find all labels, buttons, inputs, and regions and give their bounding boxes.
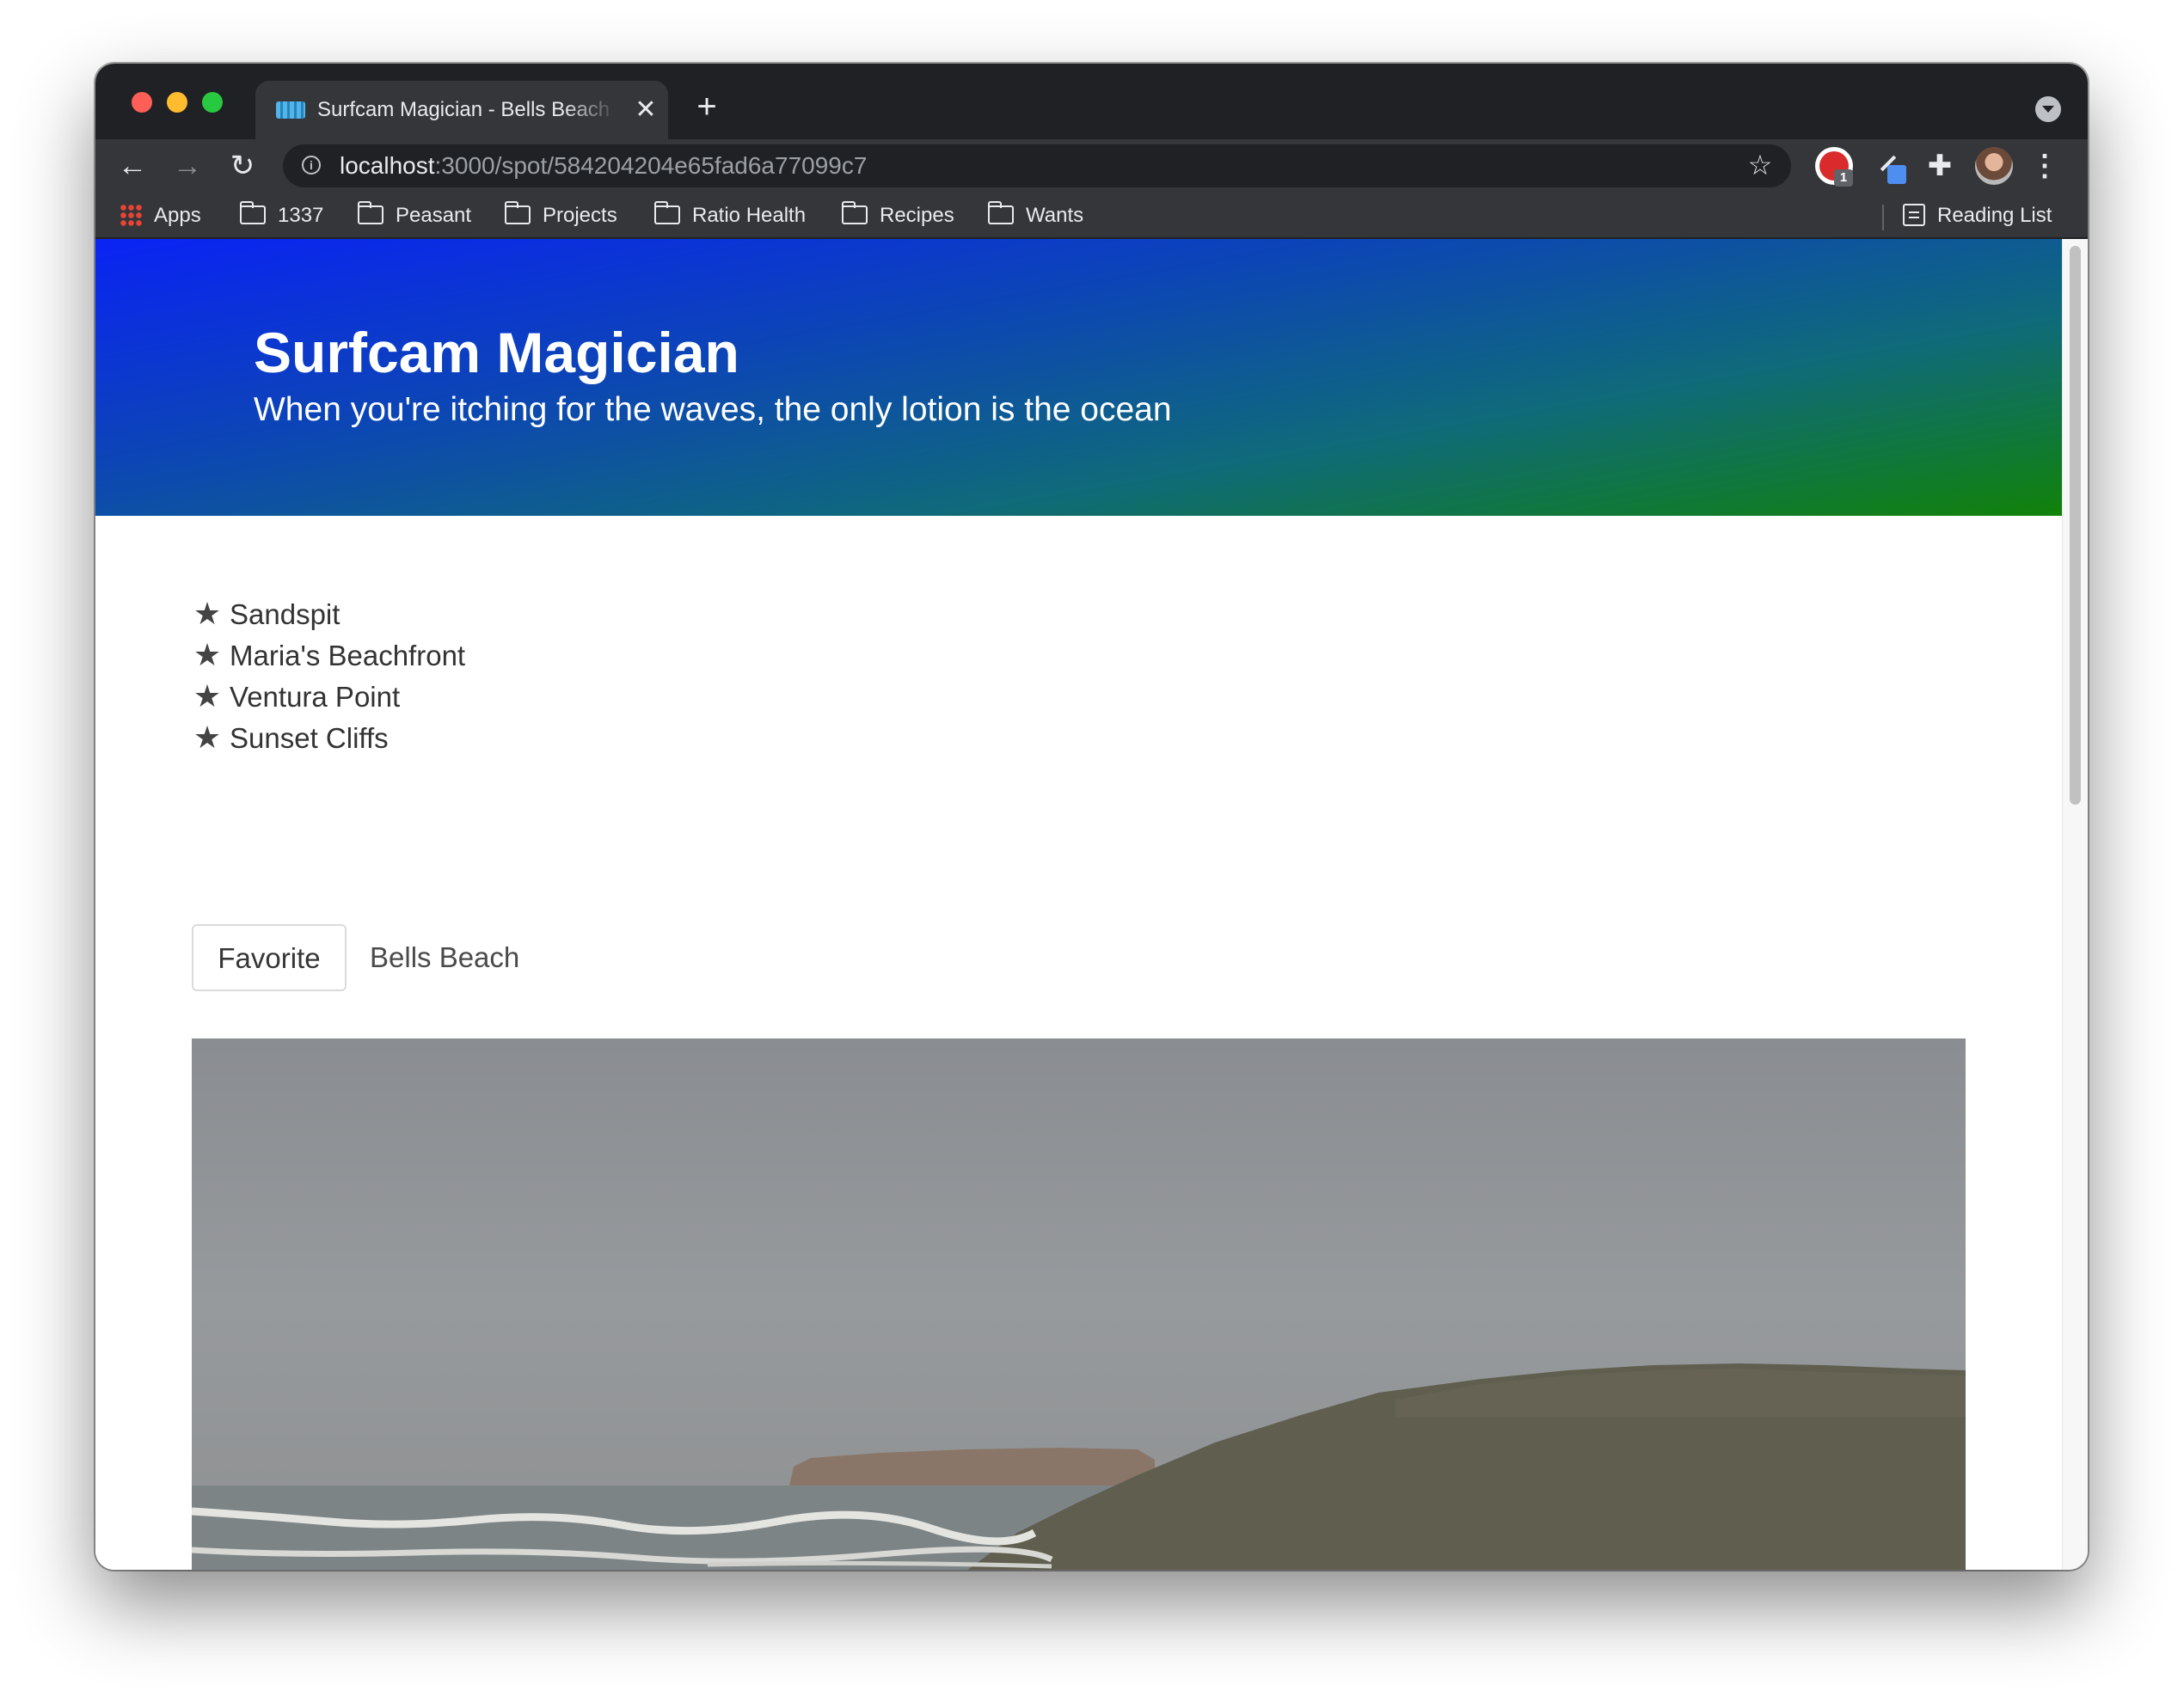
favorite-spots-list: ★ Sandspit ★ Maria's Beachfront ★ Ventura P… [192,593,465,758]
browser-tab-active[interactable]: Surfcam Magician - Bells Beach ✕ [255,81,668,139]
page-scrollbar[interactable] [2062,239,2088,1570]
hero-banner: Surfcam Magician When you're itching for… [95,239,2062,516]
tab-close-icon[interactable]: ✕ [631,95,660,125]
url-host: localhost [340,152,435,179]
distant-headland [789,1448,1155,1486]
bookmark-label: Projects [543,204,617,227]
bookmark-label: Ratio Health [692,204,807,227]
favorite-spot-marias-beachfront[interactable]: ★ Maria's Beachfront [192,634,465,676]
page-title: Surfcam Magician [254,321,739,384]
favorite-spot-sunset-cliffs[interactable]: ★ Sunset Cliffs [192,717,465,758]
lastpass-extension-icon[interactable]: 1 [1815,147,1853,187]
folder-icon [240,200,266,224]
window-close-button[interactable] [132,92,152,113]
page-viewport: Surfcam Magician When you're itching for… [95,239,2062,1570]
reading-list-button[interactable]: Reading List [1903,199,2052,232]
forward-arrow-icon[interactable]: → [168,146,207,186]
bookmark-label: Recipes [880,204,954,227]
extension-badge: 1 [1834,169,1853,187]
more-menu-icon[interactable]: ⋮ [2030,148,2059,184]
reading-list-icon [1903,203,1925,226]
favorite-spot-sandspit[interactable]: ★ Sandspit [192,593,465,634]
bookmark-folder-projects[interactable]: Projects [505,199,617,232]
bookmark-apps[interactable]: Apps [120,199,201,232]
bookmarks-separator [1882,205,1884,230]
star-icon: ★ [193,720,222,755]
surfcam-video[interactable] [192,1038,1966,1570]
browser-window: Surfcam Magician - Bells Beach ✕ + ← → ↻… [95,64,2088,1570]
tab-strip: Surfcam Magician - Bells Beach ✕ + [95,64,2088,139]
surfcam-scene [192,1363,1966,1570]
wave-favicon-icon [276,101,305,119]
browser-toolbar: ← → ↻ i localhost:3000/spot/584204204e65… [95,139,2088,193]
spot-name: Bells Beach [370,941,520,973]
window-maximize-button[interactable] [202,92,223,113]
bookmark-folder-wants[interactable]: Wants [988,199,1083,232]
favorite-spot-label: Maria's Beachfront [230,640,466,671]
bookmark-star-icon[interactable]: ☆ [1745,150,1776,181]
back-arrow-icon[interactable]: ← [113,146,152,186]
scrollbar-thumb[interactable] [2070,246,2081,805]
bookmark-folder-1337[interactable]: 1337 [240,199,323,232]
bookmark-label: Apps [154,204,201,227]
favorite-button[interactable]: Favorite [192,924,347,991]
url-path: :3000/spot/584204204e65fad6a77099c7 [434,152,868,179]
folder-icon [654,200,680,224]
address-bar[interactable]: i localhost:3000/spot/584204204e65fad6a7… [283,144,1791,187]
favorite-spot-label: Sandspit [230,598,340,630]
site-info-icon[interactable]: i [302,156,321,175]
folder-icon [842,200,868,224]
url-text[interactable]: localhost:3000/spot/584204204e65fad6a770… [340,151,867,181]
folder-icon [988,200,1014,224]
favorite-spot-ventura-point[interactable]: ★ Ventura Point [192,676,465,717]
bookmarks-bar: Apps 1337 Peasant Projects Ratio Health … [95,193,2088,239]
star-icon: ★ [193,596,222,631]
favorite-spot-label: Sunset Cliffs [230,722,389,754]
apps-grid-icon [120,203,142,226]
bookmark-folder-recipes[interactable]: Recipes [842,199,954,232]
bookmark-label: Peasant [396,204,472,227]
bookmark-folder-peasant[interactable]: Peasant [358,199,471,232]
profile-avatar[interactable] [1975,147,2013,185]
favorite-spot-label: Ventura Point [230,681,401,713]
page-subtitle: When you're itching for the waves, the o… [254,391,1172,428]
extensions-puzzle-icon[interactable]: ✚ [1922,148,1958,184]
reading-list-label: Reading List [1937,204,2052,227]
star-icon: ★ [193,637,222,672]
bookmark-label: 1337 [278,204,324,227]
tab-title: Surfcam Magician - Bells Beach [317,98,610,121]
folder-icon [358,200,383,224]
pen-extension-icon[interactable] [1874,150,1908,184]
window-minimize-button[interactable] [167,92,187,113]
folder-icon [505,200,531,224]
reload-icon[interactable]: ↻ [223,146,262,186]
tab-search-icon[interactable] [2035,96,2061,122]
bookmark-label: Wants [1026,204,1084,227]
bookmark-folder-ratio-health[interactable]: Ratio Health [654,199,806,232]
new-tab-button[interactable]: + [690,89,724,124]
star-icon: ★ [193,678,222,714]
